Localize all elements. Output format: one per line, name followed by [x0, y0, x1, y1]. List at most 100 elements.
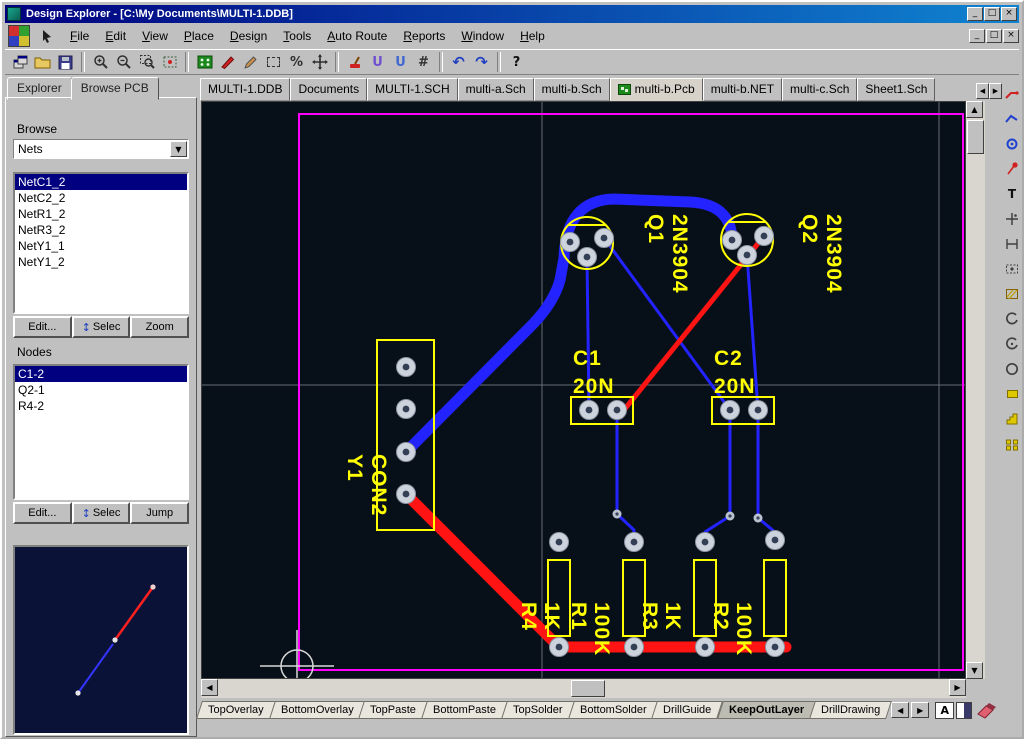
layer-tab[interactable]: BottomOverlay: [269, 701, 366, 719]
place-dimension-button[interactable]: [1002, 234, 1022, 254]
layer-scroll-right-button[interactable]: ▶: [911, 702, 929, 718]
node-list-item[interactable]: R4-2: [15, 398, 187, 414]
net-list-item[interactable]: NetY1_2: [15, 254, 187, 270]
menu-help[interactable]: Help: [512, 26, 553, 46]
place-string-button[interactable]: T: [1002, 184, 1022, 204]
doc-tab[interactable]: MULTI-1.SCH: [367, 78, 457, 101]
menu-tools[interactable]: Tools: [275, 26, 319, 46]
menu-reports[interactable]: Reports: [395, 26, 453, 46]
board-preview[interactable]: [13, 545, 189, 735]
toggle-grid-button[interactable]: #: [412, 51, 435, 73]
tab-browse-pcb[interactable]: Browse PCB: [71, 77, 159, 100]
net-select-button[interactable]: ↕ Selec: [72, 316, 131, 338]
mdi-minimize-button[interactable]: _: [969, 29, 985, 43]
node-list-item[interactable]: Q2-1: [15, 382, 187, 398]
node-edit-button[interactable]: Edit...: [13, 502, 72, 524]
place-coordinate-button[interactable]: [1002, 209, 1022, 229]
tab-scroll-right-button[interactable]: ▶: [989, 83, 1002, 99]
unroute-connection-button[interactable]: U: [389, 51, 412, 73]
node-list-item[interactable]: C1-2: [15, 366, 187, 382]
menu-edit[interactable]: Edit: [97, 26, 134, 46]
doc-tab[interactable]: multi-c.Sch: [782, 78, 857, 101]
redo-button[interactable]: ↷: [470, 51, 493, 73]
pcb-canvas[interactable]: Q1 2N3904 Q2 2N3904 C1 20N C2 20N Y1 CON…: [201, 101, 966, 679]
layer-tab[interactable]: BottomPaste: [421, 701, 508, 719]
zoom-in-button[interactable]: [89, 51, 112, 73]
doc-tab[interactable]: Sheet1.Sch: [857, 78, 935, 101]
layer-tab[interactable]: TopPaste: [358, 701, 428, 719]
scroll-right-button[interactable]: ▶: [949, 679, 966, 696]
mdi-close-button[interactable]: ×: [1003, 29, 1019, 43]
layer-tab[interactable]: TopSolder: [501, 701, 574, 719]
vertical-scroll-thumb[interactable]: [967, 120, 984, 154]
zoom-select-button[interactable]: [158, 51, 181, 73]
layer-tab[interactable]: BottomSolder: [568, 701, 659, 719]
eraser-icon[interactable]: [975, 701, 997, 719]
layer-tab[interactable]: DrillDrawing: [809, 701, 892, 719]
save-button[interactable]: [54, 51, 77, 73]
node-select-button[interactable]: ↕ Selec: [72, 502, 131, 524]
select-area-button[interactable]: [262, 51, 285, 73]
move-button[interactable]: [308, 51, 331, 73]
net-list-item[interactable]: NetC1_2: [15, 174, 187, 190]
highlight-button[interactable]: [343, 51, 366, 73]
doc-tab[interactable]: Documents: [290, 78, 367, 101]
menu-auto-route[interactable]: Auto Route: [319, 26, 395, 46]
net-list-item[interactable]: NetY1_1: [15, 238, 187, 254]
zoom-window-button[interactable]: [135, 51, 158, 73]
layer-tab-active[interactable]: KeepOutLayer: [717, 701, 816, 719]
place-fill-hatched-button[interactable]: [1002, 284, 1022, 304]
help-button[interactable]: ?: [505, 51, 528, 73]
pencil-button[interactable]: [239, 51, 262, 73]
place-fill-button[interactable]: [1002, 384, 1022, 404]
doc-tab[interactable]: multi-b.NET: [703, 78, 782, 101]
undo-button[interactable]: ↶: [447, 51, 470, 73]
cutter-button[interactable]: [216, 51, 239, 73]
menu-place[interactable]: Place: [176, 26, 222, 46]
net-edit-button[interactable]: Edit...: [13, 316, 72, 338]
net-zoom-button[interactable]: Zoom: [130, 316, 189, 338]
menu-file[interactable]: File: [62, 26, 97, 46]
zoom-out-button[interactable]: [112, 51, 135, 73]
doc-tab[interactable]: multi-a.Sch: [458, 78, 534, 101]
layer-tab[interactable]: TopOverlay: [196, 701, 275, 719]
close-button[interactable]: ×: [1001, 7, 1017, 21]
maximize-button[interactable]: □: [984, 7, 1000, 21]
scroll-left-button[interactable]: ◀: [201, 679, 218, 696]
interactive-routing-button[interactable]: [1002, 84, 1022, 104]
string-indicator-icon[interactable]: A: [935, 702, 954, 719]
panel-toggle-icon[interactable]: [956, 702, 972, 719]
app-icon[interactable]: [7, 7, 21, 21]
unroute-net-button[interactable]: U: [366, 51, 389, 73]
doc-tab[interactable]: multi-b.Sch: [534, 78, 610, 101]
pads[interactable]: [397, 227, 785, 657]
place-array-button[interactable]: [1002, 434, 1022, 454]
design-explorer-icon[interactable]: [8, 25, 30, 47]
menu-view[interactable]: View: [134, 26, 176, 46]
place-via-button[interactable]: [1002, 134, 1022, 154]
scroll-up-button[interactable]: ▲: [966, 101, 983, 118]
pcb-board-button[interactable]: [193, 51, 216, 73]
vertical-scrollbar[interactable]: ▲ ▼: [966, 101, 985, 679]
scroll-down-button[interactable]: ▼: [966, 662, 983, 679]
menu-window[interactable]: Window: [453, 26, 512, 46]
layer-scroll-left-button[interactable]: ◀: [891, 702, 909, 718]
place-full-circle-button[interactable]: [1002, 359, 1022, 379]
place-component-button[interactable]: [1002, 259, 1022, 279]
mdi-maximize-button[interactable]: □: [986, 29, 1002, 43]
measure-percent-button[interactable]: %: [285, 51, 308, 73]
minimize-button[interactable]: _: [967, 7, 983, 21]
place-arc-center-button[interactable]: [1002, 334, 1022, 354]
doc-tab[interactable]: MULTI-1.DDB: [200, 78, 290, 101]
browse-mode-combo[interactable]: Nets ▼: [13, 139, 189, 159]
net-list-item[interactable]: NetR1_2: [15, 206, 187, 222]
layer-tab[interactable]: DrillGuide: [652, 701, 724, 719]
combo-dropdown-icon[interactable]: ▼: [170, 141, 187, 157]
place-polygon-button[interactable]: [1002, 409, 1022, 429]
tab-scroll-left-button[interactable]: ◀: [976, 83, 989, 99]
net-list-item[interactable]: NetR3_2: [15, 222, 187, 238]
horizontal-scrollbar[interactable]: ◀ ▶: [201, 679, 966, 698]
place-track-button[interactable]: [1002, 109, 1022, 129]
place-arc-edge-button[interactable]: [1002, 309, 1022, 329]
menu-design[interactable]: Design: [222, 26, 275, 46]
